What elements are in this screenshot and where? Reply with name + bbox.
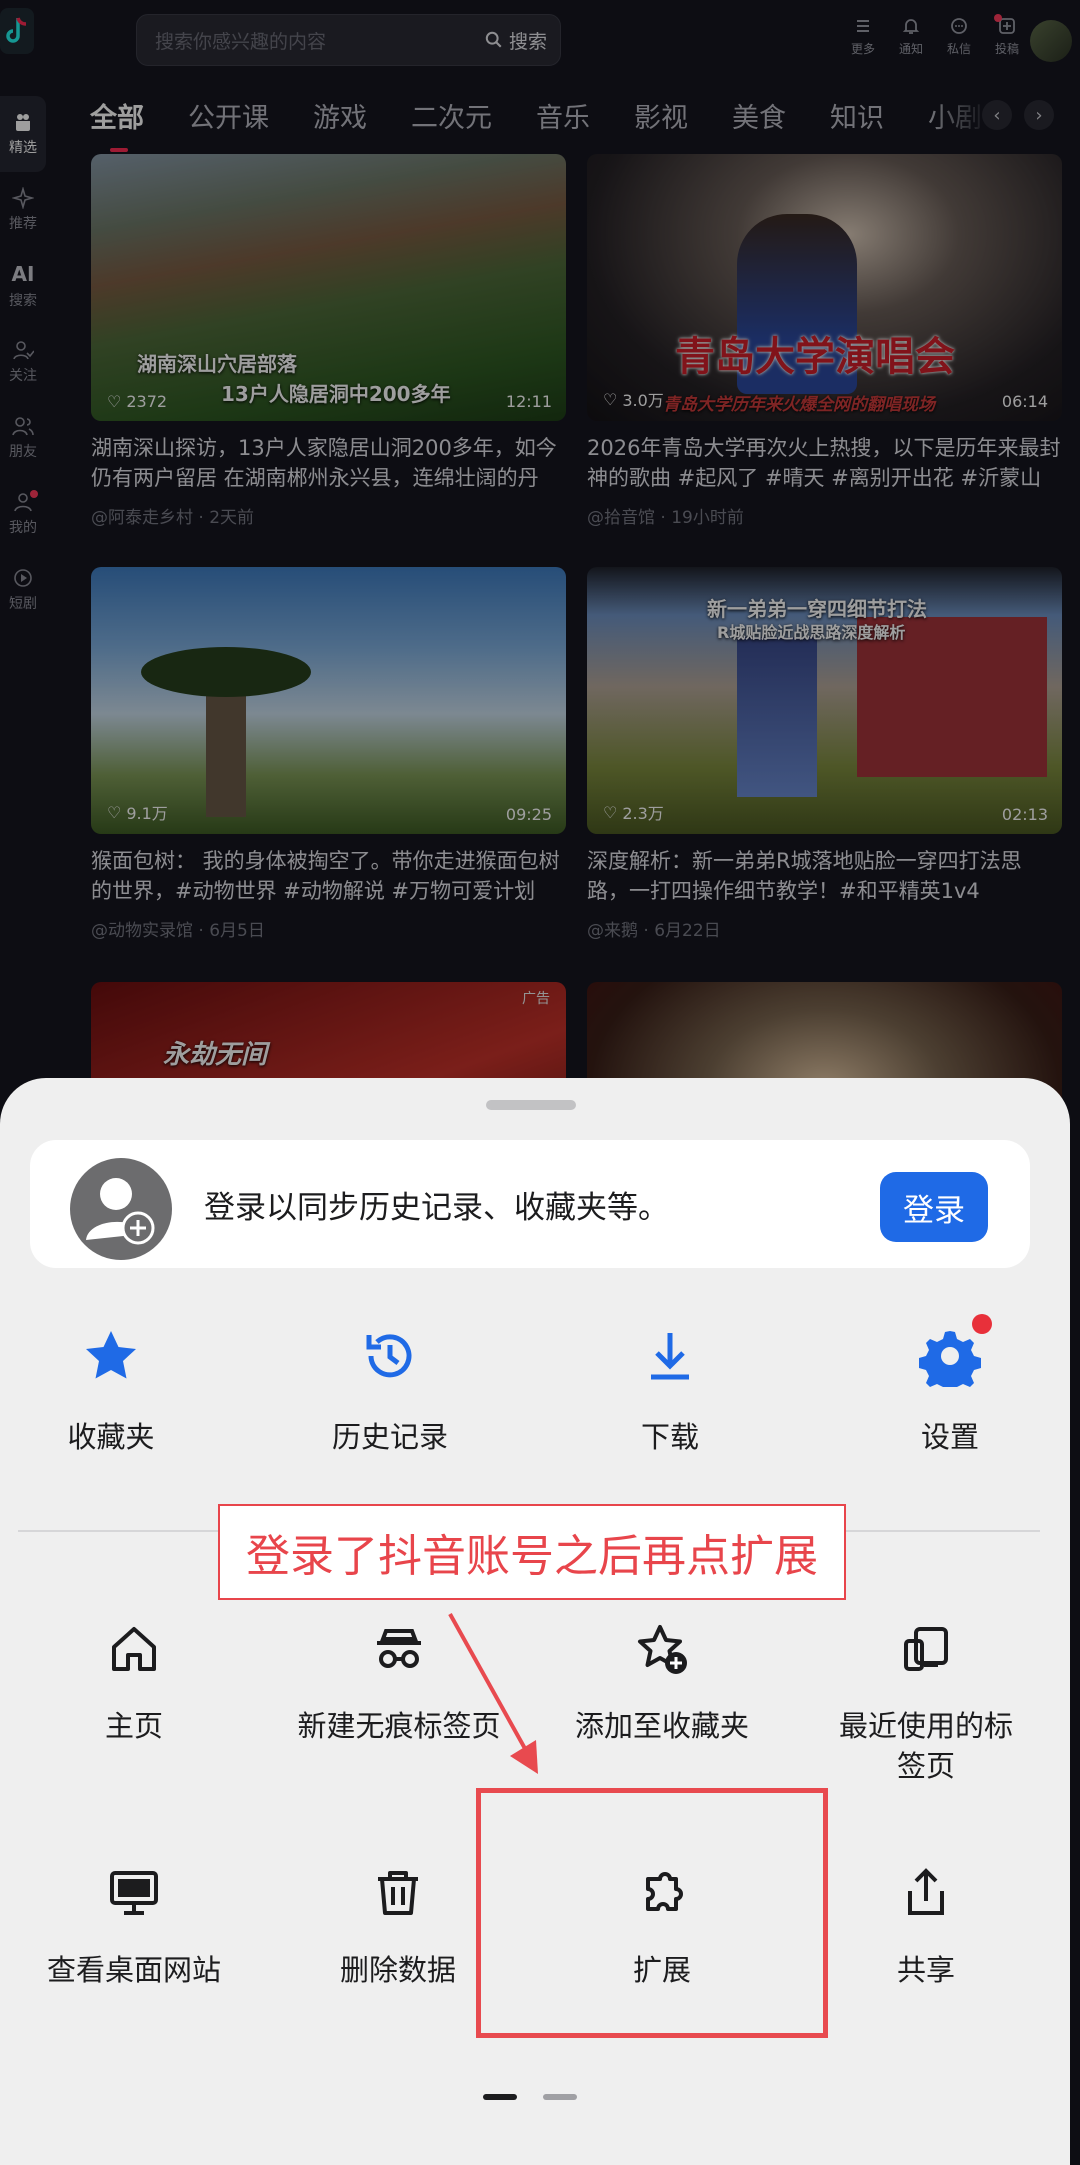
share-button[interactable]: 共享 xyxy=(796,1858,1056,1990)
home-button[interactable]: 主页 xyxy=(4,1614,264,1746)
share-label: 共享 xyxy=(896,1953,955,1987)
quick-actions: 收藏夹 历史记录 下载 设置 xyxy=(0,1314,1070,1518)
share-icon xyxy=(908,1868,944,1915)
screen: { "search": {"placeholder": "搜索你感兴趣的内容",… xyxy=(0,0,1080,2165)
incognito-icon xyxy=(377,1629,421,1668)
desktop-icon xyxy=(110,1871,158,1915)
history-label: 历史记录 xyxy=(331,1420,448,1454)
gear-icon xyxy=(919,1331,981,1387)
settings-label: 设置 xyxy=(920,1420,979,1454)
download-button[interactable]: 下载 xyxy=(545,1318,795,1456)
add-to-favorites-label: 添加至收藏夹 xyxy=(574,1709,749,1743)
home-label: 主页 xyxy=(104,1709,163,1743)
recent-tabs-icon xyxy=(904,1627,948,1671)
download-label: 下载 xyxy=(640,1420,699,1454)
account-add-icon xyxy=(70,1158,172,1260)
star-icon xyxy=(86,1331,136,1379)
recent-tabs-label: 最近使用的标签页 xyxy=(838,1709,1013,1783)
page-indicator-active xyxy=(483,2094,517,2100)
favorites-button[interactable]: 收藏夹 xyxy=(0,1318,236,1456)
add-favorite-icon xyxy=(638,1625,687,1674)
favorites-label: 收藏夹 xyxy=(67,1420,155,1454)
add-to-favorites-button[interactable]: 添加至收藏夹 xyxy=(532,1614,792,1746)
settings-badge-dot xyxy=(972,1314,992,1334)
trash-icon xyxy=(378,1871,418,1915)
history-icon xyxy=(366,1334,412,1378)
home-icon xyxy=(112,1627,156,1671)
annotation-label: 登录了抖音账号之后再点扩展 xyxy=(218,1504,846,1600)
desktop-site-button[interactable]: 查看桌面网站 xyxy=(4,1858,264,1990)
extensions-highlight-box xyxy=(476,1788,828,2038)
login-button[interactable]: 登录 xyxy=(880,1172,988,1242)
download-icon xyxy=(651,1333,689,1380)
login-card: 登录以同步历史记录、收藏夹等。 登录 xyxy=(30,1140,1030,1268)
recent-tabs-button[interactable]: 最近使用的标签页 xyxy=(796,1614,1056,1786)
settings-button[interactable]: 设置 xyxy=(825,1318,1075,1456)
annotation-arrow xyxy=(448,1613,538,1774)
login-message: 登录以同步历史记录、收藏夹等。 xyxy=(204,1190,669,1226)
desktop-site-label: 查看桌面网站 xyxy=(46,1953,221,1987)
history-button[interactable]: 历史记录 xyxy=(265,1318,515,1456)
sheet-handle[interactable] xyxy=(486,1100,576,1110)
page-indicator[interactable] xyxy=(543,2094,577,2100)
